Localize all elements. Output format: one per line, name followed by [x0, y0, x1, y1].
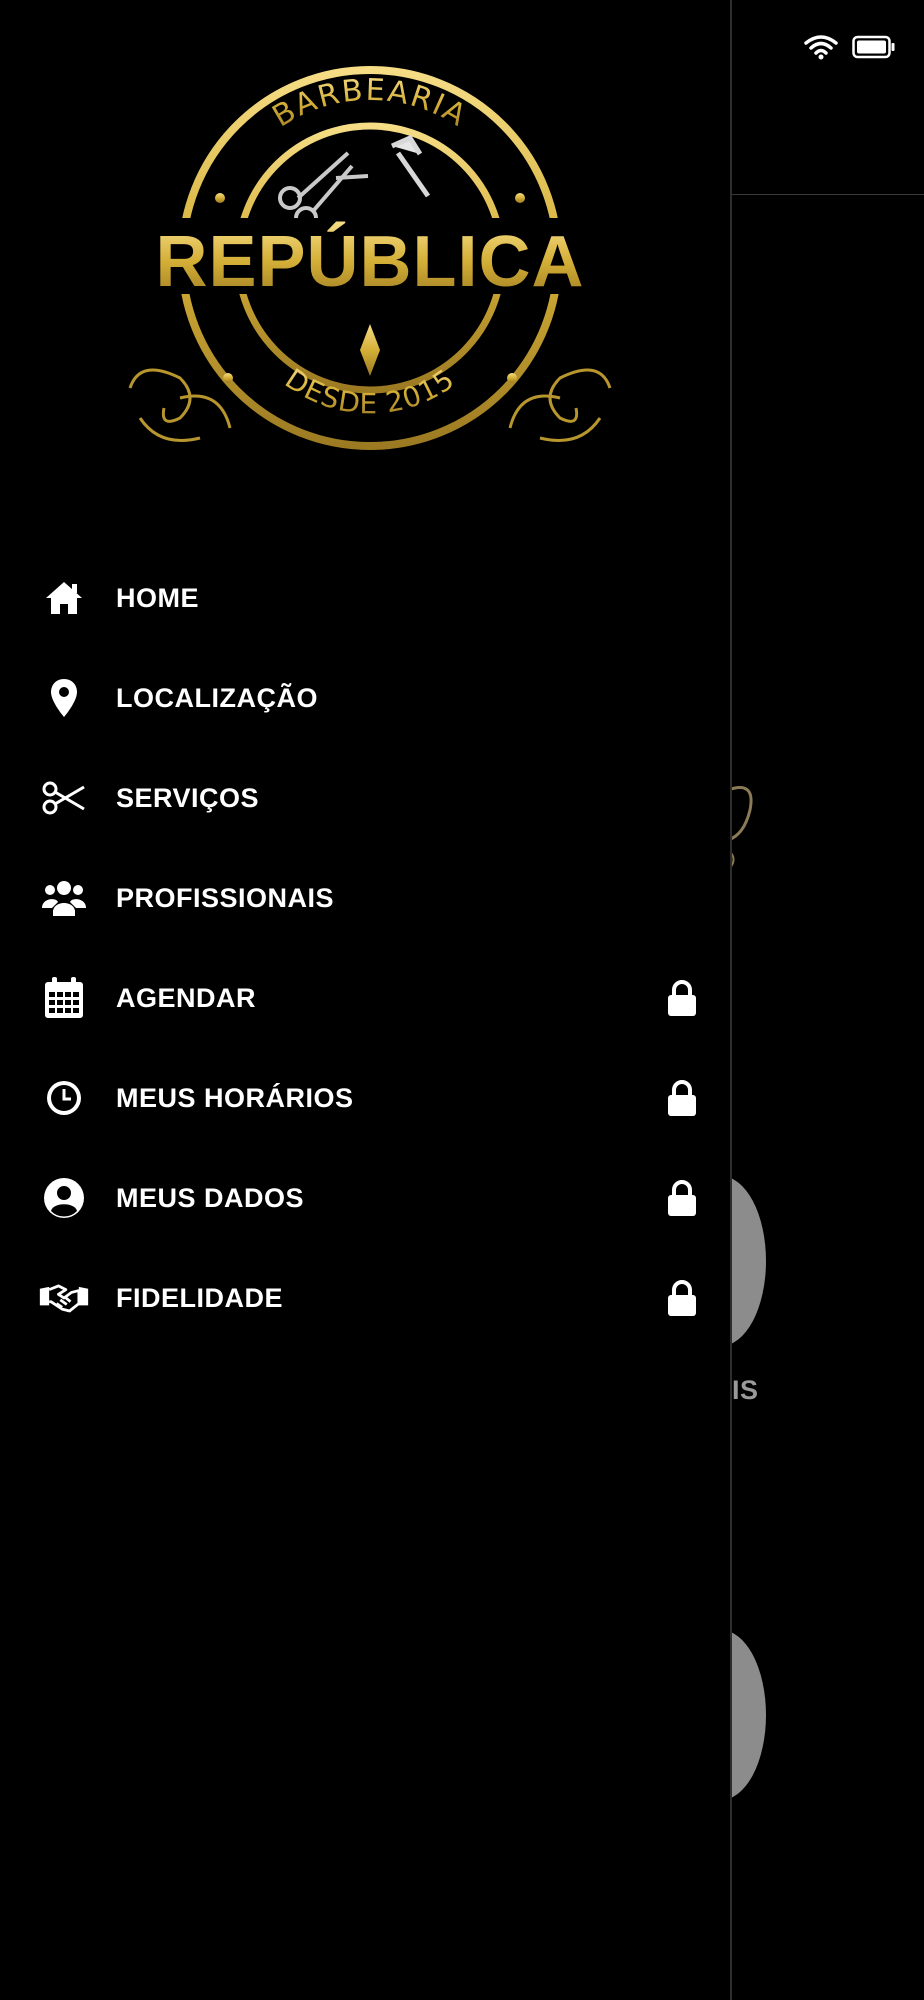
- battery-icon: [852, 35, 895, 59]
- menu-item-label: FIDELIDADE: [116, 1282, 283, 1313]
- navigation-drawer: BARBEARIA DESDE 2015 REPÚBLICA HOME LOCA…: [0, 0, 732, 2000]
- lock-icon: [664, 978, 700, 1018]
- menu-item-label: SERVIÇOS: [116, 782, 260, 813]
- header-divider: [732, 194, 924, 195]
- lock-icon: [664, 1278, 700, 1318]
- menu-item-meus-horarios[interactable]: MEUS HORÁRIOS: [0, 1048, 732, 1148]
- clock-icon: [38, 1072, 90, 1124]
- menu-item-home[interactable]: HOME: [0, 548, 732, 648]
- barbearia-republica-logo: BARBEARIA DESDE 2015 REPÚBLICA: [128, 66, 612, 450]
- menu-item-label: MEUS DADOS: [116, 1182, 305, 1213]
- menu-item-profissionais[interactable]: PROFISSIONAIS: [0, 848, 732, 948]
- menu-item-agendar[interactable]: AGENDAR: [0, 948, 732, 1048]
- handshake-icon: [38, 1272, 90, 1324]
- lock-icon: [664, 1078, 700, 1118]
- menu-item-label: MEUS HORÁRIOS: [116, 1082, 354, 1113]
- menu-item-servicos[interactable]: SERVIÇOS: [0, 748, 732, 848]
- drawer-menu: HOME LOCALIZAÇÃO SERVIÇOS PROFISSIONAIS …: [0, 548, 732, 1348]
- lock-icon: [664, 1178, 700, 1218]
- menu-item-meus-dados[interactable]: MEUS DADOS: [0, 1148, 732, 1248]
- wifi-icon: [804, 35, 838, 60]
- user-circle-icon: [38, 1172, 90, 1224]
- home-icon: [38, 572, 90, 624]
- menu-item-localizacao[interactable]: LOCALIZAÇÃO: [0, 648, 732, 748]
- location-pin-icon: [38, 672, 90, 724]
- menu-item-label: PROFISSIONAIS: [116, 882, 335, 913]
- menu-item-label: AGENDAR: [116, 982, 257, 1013]
- scissors-icon: [38, 772, 90, 824]
- menu-item-label: LOCALIZAÇÃO: [116, 682, 318, 713]
- menu-item-fidelidade[interactable]: FIDELIDADE: [0, 1248, 732, 1348]
- menu-item-label: HOME: [116, 582, 199, 613]
- calendar-icon: [38, 972, 90, 1024]
- logo-main-text: REPÚBLICA: [155, 221, 584, 302]
- users-icon: [38, 872, 90, 924]
- status-bar: [804, 34, 896, 60]
